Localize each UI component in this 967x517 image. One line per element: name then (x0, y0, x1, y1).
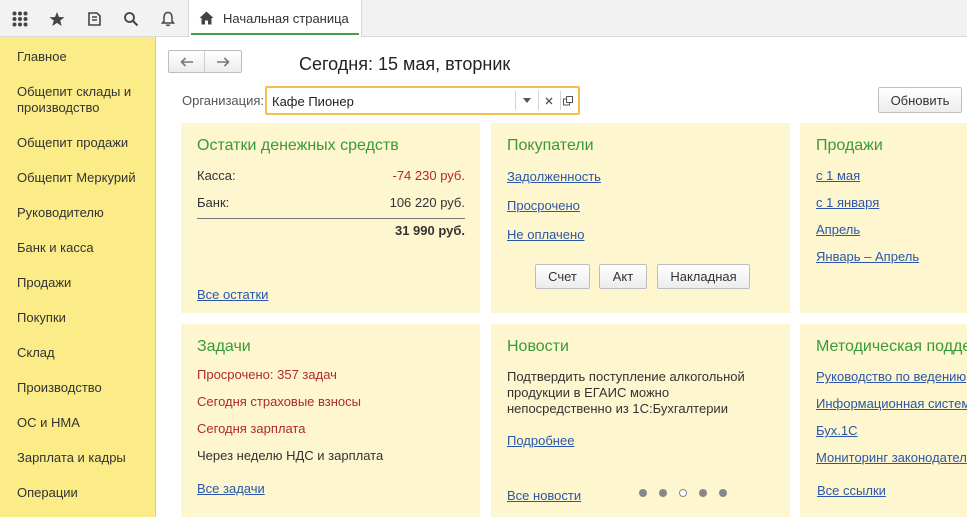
sidebar-item-sales[interactable]: Продажи (17, 275, 149, 291)
tasks-overdue[interactable]: Просрочено: 357 задач (197, 367, 337, 382)
sidebar-item-purchases[interactable]: Покупки (17, 310, 149, 326)
info-system-link[interactable]: Информационная систем (816, 396, 967, 411)
tasks-insurance-today[interactable]: Сегодня страховые взносы (197, 394, 361, 409)
organization-label: Организация: (182, 93, 265, 108)
sidebar-item-bank-cash[interactable]: Банк и касса (17, 240, 149, 256)
cash-panel: Остатки денежных средств Касса: -74 230 … (181, 123, 480, 313)
total-divider (197, 218, 465, 219)
sales-panel-title: Продажи (816, 137, 883, 154)
news-text-line: Подтвердить поступление алкогольной (507, 369, 745, 384)
sidebar: Главное Общепит склады и производство Об… (0, 37, 156, 517)
method-panel-title: Методическая подде (816, 338, 967, 355)
sales-since-january-link[interactable]: с 1 января (816, 195, 879, 210)
tasks-salary-today[interactable]: Сегодня зарплата (197, 421, 305, 436)
total-value: 31 990 руб. (394, 223, 465, 238)
tasks-panel-title: Задачи (197, 338, 251, 355)
forward-arrow-icon[interactable] (205, 51, 241, 72)
organization-field[interactable]: Кафе Пионер (265, 86, 580, 115)
all-links-link[interactable]: Все ссылки (817, 483, 886, 498)
sidebar-item-catering-warehouse[interactable]: Общепит склады и производство (17, 84, 149, 116)
top-toolbar: Начальная страница (0, 0, 967, 37)
sales-april-link[interactable]: Апрель (816, 222, 860, 237)
pager-dot[interactable] (659, 489, 667, 497)
tasks-panel: Задачи Просрочено: 357 задач Сегодня стр… (181, 324, 480, 517)
debt-link[interactable]: Задолженность (507, 169, 601, 184)
pager-dot[interactable] (639, 489, 647, 497)
tasks-next-week[interactable]: Через неделю НДС и зарплата (197, 448, 383, 463)
main-area: Сегодня: 15 мая, вторник Организация: Ка… (156, 37, 967, 517)
bell-icon[interactable] (149, 0, 186, 37)
unpaid-link[interactable]: Не оплачено (507, 227, 584, 242)
pager-dot[interactable] (719, 489, 727, 497)
history-icon[interactable] (75, 0, 112, 37)
dropdown-icon[interactable] (516, 90, 538, 111)
sidebar-item-manager[interactable]: Руководителю (17, 205, 149, 221)
bank-label: Банк: (197, 195, 230, 210)
all-balances-link[interactable]: Все остатки (197, 287, 268, 302)
tab-home[interactable]: Начальная страница (188, 0, 362, 37)
buyers-panel-title: Покупатели (507, 137, 594, 154)
sales-jan-apr-link[interactable]: Январь – Апрель (816, 249, 919, 264)
invoice-button[interactable]: Счет (535, 264, 590, 289)
home-icon (199, 11, 214, 28)
pager-dot[interactable] (699, 489, 707, 497)
sidebar-item-production[interactable]: Производство (17, 380, 149, 396)
news-panel: Новости Подтвердить поступление алкоголь… (491, 324, 790, 517)
sidebar-item-payroll[interactable]: Зарплата и кадры (17, 450, 149, 466)
overdue-link[interactable]: Просрочено (507, 198, 580, 213)
sidebar-item-warehouse[interactable]: Склад (17, 345, 149, 361)
pager-dot[interactable] (679, 489, 687, 497)
apps-grid-icon[interactable] (1, 0, 38, 37)
refresh-button[interactable]: Обновить (878, 87, 962, 113)
method-panel: Методическая подде Руководство по ведени… (800, 324, 967, 517)
sales-panel: Продажи с 1 мая с 1 января Апрель Январь… (800, 123, 967, 313)
sidebar-item-catering-mercury[interactable]: Общепит Меркурий (17, 170, 149, 186)
waybill-button[interactable]: Накладная (657, 264, 750, 289)
sales-since-may-link[interactable]: с 1 мая (816, 168, 860, 183)
buh-1c-link[interactable]: Бух.1С (816, 423, 857, 438)
star-icon[interactable] (38, 0, 75, 37)
sidebar-item-catering-sales[interactable]: Общепит продажи (17, 135, 149, 151)
tab-home-label: Начальная страница (223, 11, 349, 26)
cash-panel-title: Остатки денежных средств (197, 137, 399, 154)
search-icon[interactable] (112, 0, 149, 37)
kassa-label: Касса: (197, 168, 236, 183)
news-panel-title: Новости (507, 338, 569, 355)
open-icon[interactable] (557, 90, 579, 111)
page-title: Сегодня: 15 мая, вторник (299, 54, 511, 74)
bank-value: 106 220 руб. (389, 195, 465, 210)
buyers-panel: Покупатели Задолженность Просрочено Не о… (491, 123, 790, 313)
organization-value: Кафе Пионер (272, 94, 354, 109)
tab-active-indicator (191, 33, 359, 35)
back-arrow-icon[interactable] (169, 51, 206, 72)
sidebar-item-operations[interactable]: Операции (17, 485, 149, 501)
act-button[interactable]: Акт (599, 264, 647, 289)
news-more-link[interactable]: Подробнее (507, 433, 574, 448)
news-text-line: продукции в ЕГАИС можно (507, 385, 670, 400)
all-tasks-link[interactable]: Все задачи (197, 481, 265, 496)
legislation-monitoring-link[interactable]: Мониторинг законодател (816, 450, 967, 465)
guide-link[interactable]: Руководство по ведению (816, 369, 966, 384)
all-news-link[interactable]: Все новости (507, 488, 581, 503)
sidebar-item-main[interactable]: Главное (17, 49, 149, 65)
kassa-value: -74 230 руб. (392, 168, 466, 183)
news-text-line: непосредственно из 1С:Бухгалтерии (507, 401, 728, 416)
nav-buttons (168, 50, 242, 73)
sidebar-item-fixed-assets[interactable]: ОС и НМА (17, 415, 149, 431)
